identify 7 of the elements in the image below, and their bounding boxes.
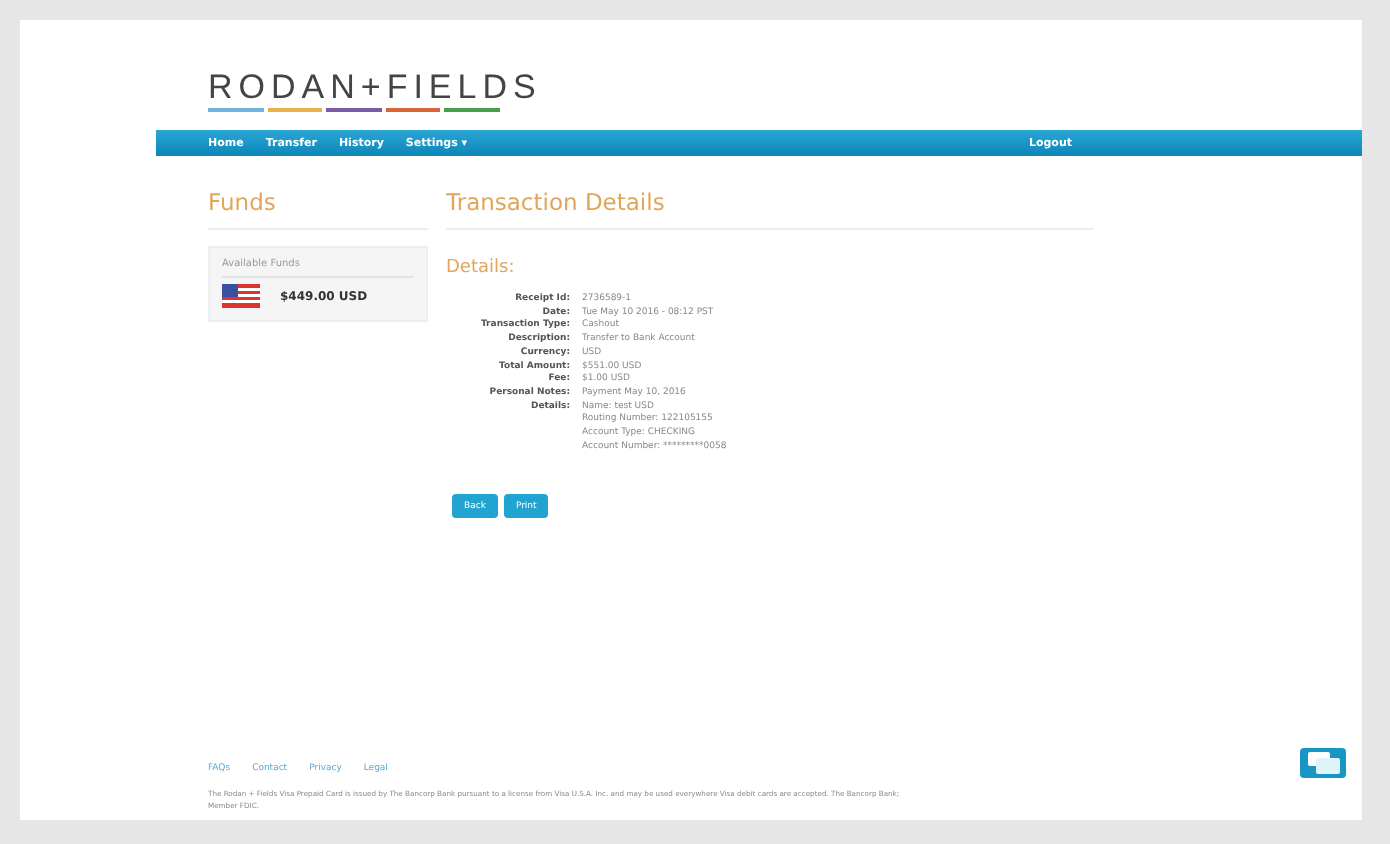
sidebar-title: Funds [208, 188, 428, 230]
section-title: Details: [446, 258, 517, 278]
logo: RODAN+FIELDS [208, 70, 542, 104]
flag-icon [222, 284, 260, 308]
chat-button[interactable] [1300, 748, 1346, 778]
chat-icon [1307, 752, 1339, 774]
page-title: Transaction Details [446, 188, 1094, 230]
